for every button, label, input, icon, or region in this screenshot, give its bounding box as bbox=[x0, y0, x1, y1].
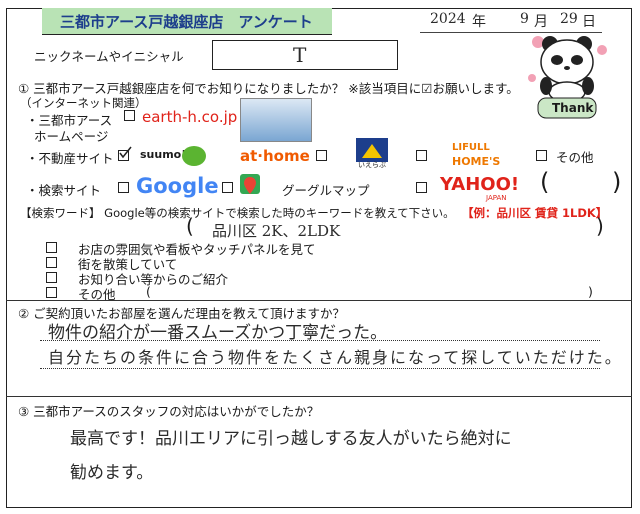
yahoo-checkbox[interactable] bbox=[416, 182, 427, 193]
ieshiru-logo: いえらぶ bbox=[358, 161, 386, 169]
nickname-field[interactable]: T bbox=[212, 40, 398, 70]
realestate-label: ・不動産サイト bbox=[26, 151, 114, 166]
nickname-value: T bbox=[293, 43, 307, 67]
offline-other-paren-close: ) bbox=[588, 284, 593, 299]
lifull-logo-2: HOME'S bbox=[452, 155, 501, 168]
date-nichi: 日 bbox=[582, 14, 596, 30]
panda-mascot: Thank bbox=[522, 30, 612, 126]
keyword-paren-close: ) bbox=[596, 214, 604, 238]
suumo-mascot-icon bbox=[182, 146, 206, 166]
lifull-logo: LIFULL bbox=[452, 142, 490, 153]
thank-label: Thank bbox=[552, 101, 594, 115]
map-pin-icon bbox=[240, 174, 260, 194]
q3-answer-line-2[interactable]: 勧めます。 bbox=[70, 458, 153, 483]
ieshiru-logo-block: いえらぶ bbox=[356, 138, 388, 169]
athome-checkbox[interactable] bbox=[316, 150, 327, 161]
google-checkbox[interactable] bbox=[118, 182, 129, 193]
survey-header: 三都市アース戸越銀座店 アンケート bbox=[42, 8, 332, 35]
homepage-checkbox[interactable] bbox=[124, 110, 135, 121]
section-divider bbox=[6, 396, 632, 397]
realestate-checkbox[interactable] bbox=[118, 146, 132, 161]
other-site-label: その他 bbox=[556, 150, 594, 165]
checkmark-icon bbox=[119, 146, 132, 159]
section-divider bbox=[6, 300, 632, 301]
offline-checkbox-3[interactable] bbox=[46, 272, 57, 283]
q3-question: ③ 三都市アースのスタッフの対応はいかがでしたか？ bbox=[18, 404, 320, 419]
offline-other-paren-open: ( bbox=[146, 284, 151, 299]
yahoo-sub: JAPAN bbox=[486, 194, 507, 202]
keyword-example: 【例：品川区 賃貸 1LDK】 bbox=[462, 206, 608, 220]
yahoo-logo: YAHOO! bbox=[440, 174, 520, 195]
keyword-label: 【検索ワード】 Google等の検索サイトで検索した時のキーワードを教えて下さい… bbox=[20, 206, 455, 220]
search-other-paren-open: ( bbox=[540, 168, 550, 196]
flower-icon bbox=[528, 74, 536, 82]
answer-rule bbox=[40, 368, 600, 369]
q3-answer-line-1[interactable]: 最高です！品川エリアに引っ越しする友人がいたら絶対に bbox=[70, 424, 512, 449]
ieshiru-checkbox[interactable] bbox=[416, 150, 427, 161]
athome-logo: at·home bbox=[240, 147, 310, 165]
date-day: 29 bbox=[560, 11, 578, 27]
date-nen: 年 bbox=[472, 14, 486, 30]
date-year: 2024 bbox=[430, 11, 466, 27]
homepage-screenshot bbox=[240, 98, 312, 142]
google-logo: Google bbox=[136, 174, 219, 198]
offline-checkbox-4[interactable] bbox=[46, 287, 57, 298]
googlemap-checkbox[interactable] bbox=[222, 182, 233, 193]
suumo-logo: suumo! bbox=[140, 148, 187, 161]
date-tsuki: 月 bbox=[534, 14, 548, 30]
internet-label: （インターネット関連） bbox=[20, 96, 147, 110]
search-site-label: ・検索サイト bbox=[26, 183, 102, 198]
keyword-paren-open: ( bbox=[186, 214, 194, 238]
homepage-url: earth-h.co.jp bbox=[142, 108, 238, 126]
other-site-checkbox[interactable] bbox=[536, 150, 547, 161]
googlemap-label: グーグルマップ bbox=[282, 183, 370, 198]
answer-rule bbox=[40, 340, 600, 341]
offline-checkbox-1[interactable] bbox=[46, 242, 57, 253]
q2-answer-line-2[interactable]: 自分たちの条件に合う物件をたくさん親身になって探していただけた。 bbox=[48, 344, 623, 368]
nickname-label: ニックネームやイニシャル bbox=[34, 49, 184, 64]
flower-icon bbox=[597, 45, 607, 55]
search-other-paren-close: ) bbox=[612, 168, 622, 196]
survey-title: 三都市アース戸越銀座店 アンケート bbox=[60, 13, 313, 31]
date-month: 9 bbox=[520, 11, 529, 27]
homepage-label-2: ホームページ bbox=[34, 129, 109, 144]
offline-checkbox-2[interactable] bbox=[46, 257, 57, 268]
flower-icon bbox=[532, 36, 544, 48]
keyword-answer[interactable]: 品川区 2K、2LDK bbox=[212, 220, 340, 241]
house-icon bbox=[356, 138, 388, 162]
